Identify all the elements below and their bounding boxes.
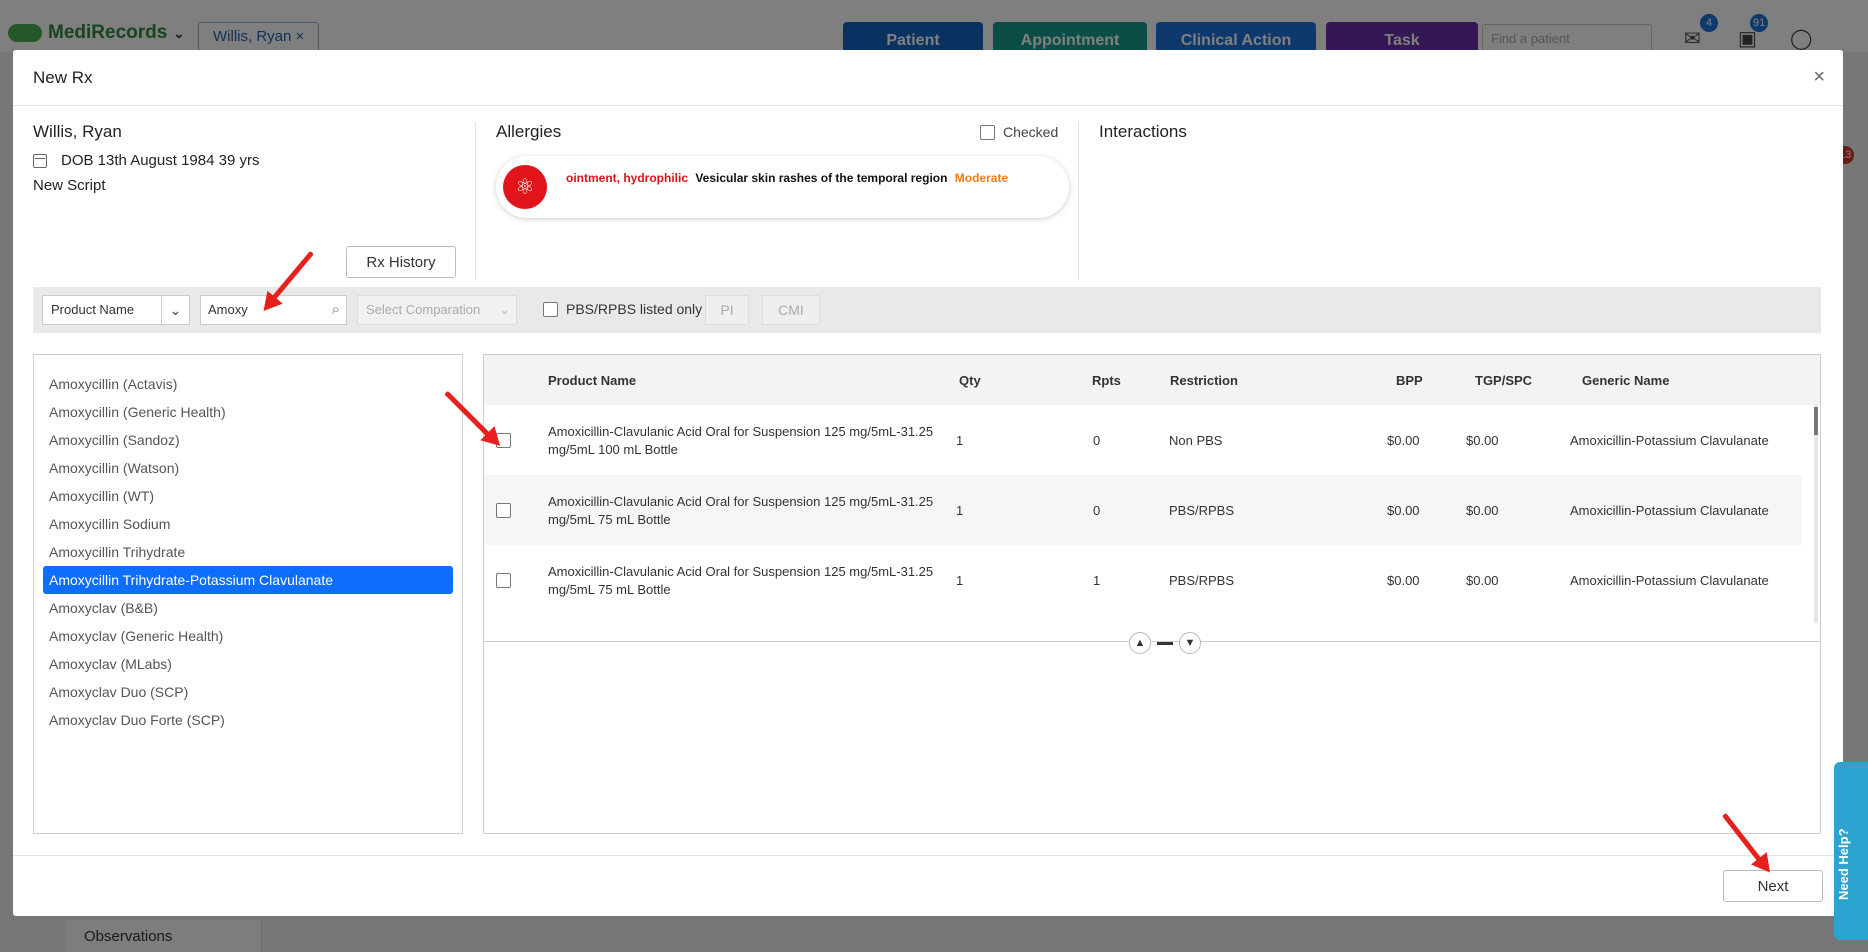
row-generic: Amoxicillin-Potassium Clavulanate <box>1570 433 1769 448</box>
allergy-card[interactable]: ⚛ ointment, hydrophilic Vesicular skin r… <box>496 156 1069 218</box>
pbs-checkbox[interactable] <box>543 301 558 317</box>
allergies-title: Allergies <box>496 122 562 141</box>
search-icon[interactable]: ⌕ <box>332 296 340 324</box>
script-type: New Script <box>33 177 106 194</box>
allergy-name: ointment, hydrophilic <box>566 171 688 185</box>
col-rpts[interactable]: Rpts <box>1092 373 1121 388</box>
scrollbar-thumb[interactable] <box>1814 407 1818 435</box>
cmi-button[interactable]: CMI <box>762 295 820 325</box>
pbs-label: PBS/RPBS listed only <box>566 301 703 317</box>
row-restriction: Non PBS <box>1169 433 1223 448</box>
patient-dob: DOB 13th August 1984 39 yrs <box>61 152 260 169</box>
pbs-filter[interactable]: PBS/RPBS listed only <box>543 301 702 317</box>
col-generic-name[interactable]: Generic Name <box>1582 373 1669 388</box>
new-rx-modal: New Rx × Willis, Ryan DOB 13th August 19… <box>13 50 1843 916</box>
list-item[interactable]: Amoxyclav Duo (SCP) <box>43 678 453 706</box>
divider <box>475 122 476 280</box>
allergies-checked-toggle[interactable]: Checked <box>980 124 1058 140</box>
table-row[interactable]: Amoxicillin-Clavulanic Acid Oral for Sus… <box>484 405 1802 475</box>
product-table: Product Name Qty Rpts Restriction BPP TG… <box>483 354 1821 834</box>
modal-footer-divider <box>13 855 1843 856</box>
row-generic: Amoxicillin-Potassium Clavulanate <box>1570 503 1769 518</box>
modal-title: New Rx <box>33 68 93 87</box>
checked-label: Checked <box>1003 124 1059 140</box>
list-item[interactable]: Amoxycillin Trihydrate-Potassium Clavula… <box>43 566 453 594</box>
row-restriction: PBS/RPBS <box>1169 573 1235 588</box>
chevron-up-icon[interactable]: ▲ <box>1129 632 1151 654</box>
list-item[interactable]: Amoxycillin Sodium <box>43 510 453 538</box>
row-product-name: Amoxicillin-Clavulanic Acid Oral for Sus… <box>548 424 934 457</box>
dob-row: DOB 13th August 1984 39 yrs <box>33 152 473 169</box>
patient-name: Willis, Ryan <box>33 122 122 141</box>
col-tgp-spc[interactable]: TGP/SPC <box>1475 373 1532 388</box>
row-generic: Amoxicillin-Potassium Clavulanate <box>1570 573 1769 588</box>
list-item[interactable]: Amoxycillin (Watson) <box>43 454 453 482</box>
table-row[interactable]: Amoxicillin-Clavulanic Acid Oral for Sus… <box>484 545 1802 615</box>
list-item[interactable]: Amoxycillin (Generic Health) <box>43 398 453 426</box>
calendar-icon <box>33 153 47 168</box>
list-item[interactable]: Amoxycillin (Sandoz) <box>43 426 453 454</box>
col-restriction[interactable]: Restriction <box>1170 373 1238 388</box>
row-tgp: $0.00 <box>1466 573 1499 588</box>
row-tgp: $0.00 <box>1466 503 1499 518</box>
allergy-severity: Moderate <box>954 171 1009 185</box>
list-item[interactable]: Amoxyclav (MLabs) <box>43 650 453 678</box>
row-bpp: $0.00 <box>1387 433 1420 448</box>
close-icon[interactable]: × <box>1813 66 1825 89</box>
row-checkbox[interactable] <box>496 573 511 588</box>
list-item[interactable]: Amoxyclav Duo Forte (SCP) <box>43 706 453 734</box>
next-button[interactable]: Next <box>1723 870 1823 902</box>
row-product-name: Amoxicillin-Clavulanic Acid Oral for Sus… <box>548 494 934 527</box>
col-bpp[interactable]: BPP <box>1396 373 1423 388</box>
row-rpts: 0 <box>1093 433 1101 448</box>
modal-header: New Rx × <box>13 50 1843 106</box>
table-header: Product Name Qty Rpts Restriction BPP TG… <box>484 355 1820 405</box>
row-qty: 1 <box>956 573 964 588</box>
need-help-label: Need Help? <box>1836 828 1851 900</box>
chevron-down-icon[interactable]: ⌄ <box>161 296 189 324</box>
list-item[interactable]: Amoxyclav (Generic Health) <box>43 622 453 650</box>
patient-info: Willis, Ryan DOB 13th August 1984 39 yrs… <box>33 122 473 194</box>
chevron-down-icon: ⌄ <box>499 302 510 317</box>
row-bpp: $0.00 <box>1387 573 1420 588</box>
search-toolbar: Product Name ⌄ Amoxy ⌕ Select Comparatio… <box>33 287 1821 333</box>
interactions-title: Interactions <box>1099 122 1187 141</box>
row-rpts: 0 <box>1093 503 1101 518</box>
allergy-text: ointment, hydrophilic Vesicular skin ras… <box>566 171 1008 185</box>
pane-resize-controls: ▲ ▼ <box>1129 632 1201 654</box>
col-qty[interactable]: Qty <box>959 373 981 388</box>
divider <box>1078 122 1079 280</box>
pi-button[interactable]: PI <box>705 295 749 325</box>
row-bpp: $0.00 <box>1387 503 1420 518</box>
rx-history-button[interactable]: Rx History <box>346 246 456 278</box>
checked-checkbox[interactable] <box>980 124 995 140</box>
list-item[interactable]: Amoxycillin (Actavis) <box>43 370 453 398</box>
row-product-name: Amoxicillin-Clavulanic Acid Oral for Sus… <box>548 564 934 597</box>
table-scrollbar[interactable] <box>1814 405 1818 623</box>
list-item[interactable]: Amoxycillin Trihydrate <box>43 538 453 566</box>
list-item[interactable]: Amoxycillin (WT) <box>43 482 453 510</box>
row-tgp: $0.00 <box>1466 433 1499 448</box>
comparation-select[interactable]: Select Comparation ⌄ <box>357 295 517 325</box>
row-qty: 1 <box>956 433 964 448</box>
allergy-reaction: Vesicular skin rashes of the temporal re… <box>695 171 948 185</box>
row-restriction: PBS/RPBS <box>1169 503 1235 518</box>
row-qty: 1 <box>956 503 964 518</box>
row-rpts: 1 <box>1093 573 1101 588</box>
row-checkbox[interactable] <box>496 503 511 518</box>
chevron-down-icon[interactable]: ▼ <box>1179 632 1201 654</box>
table-row[interactable]: Amoxicillin-Clavulanic Acid Oral for Sus… <box>484 475 1802 545</box>
need-help-tab[interactable]: Need Help? <box>1834 762 1868 940</box>
col-product-name[interactable]: Product Name <box>548 373 636 388</box>
drag-handle[interactable] <box>1157 641 1173 645</box>
allergy-molecule-icon: ⚛ <box>503 165 547 209</box>
list-item[interactable]: Amoxyclav (B&B) <box>43 594 453 622</box>
product-list: Amoxycillin (Actavis) Amoxycillin (Generi… <box>33 354 463 834</box>
search-field-select[interactable]: Product Name ⌄ <box>42 295 190 325</box>
